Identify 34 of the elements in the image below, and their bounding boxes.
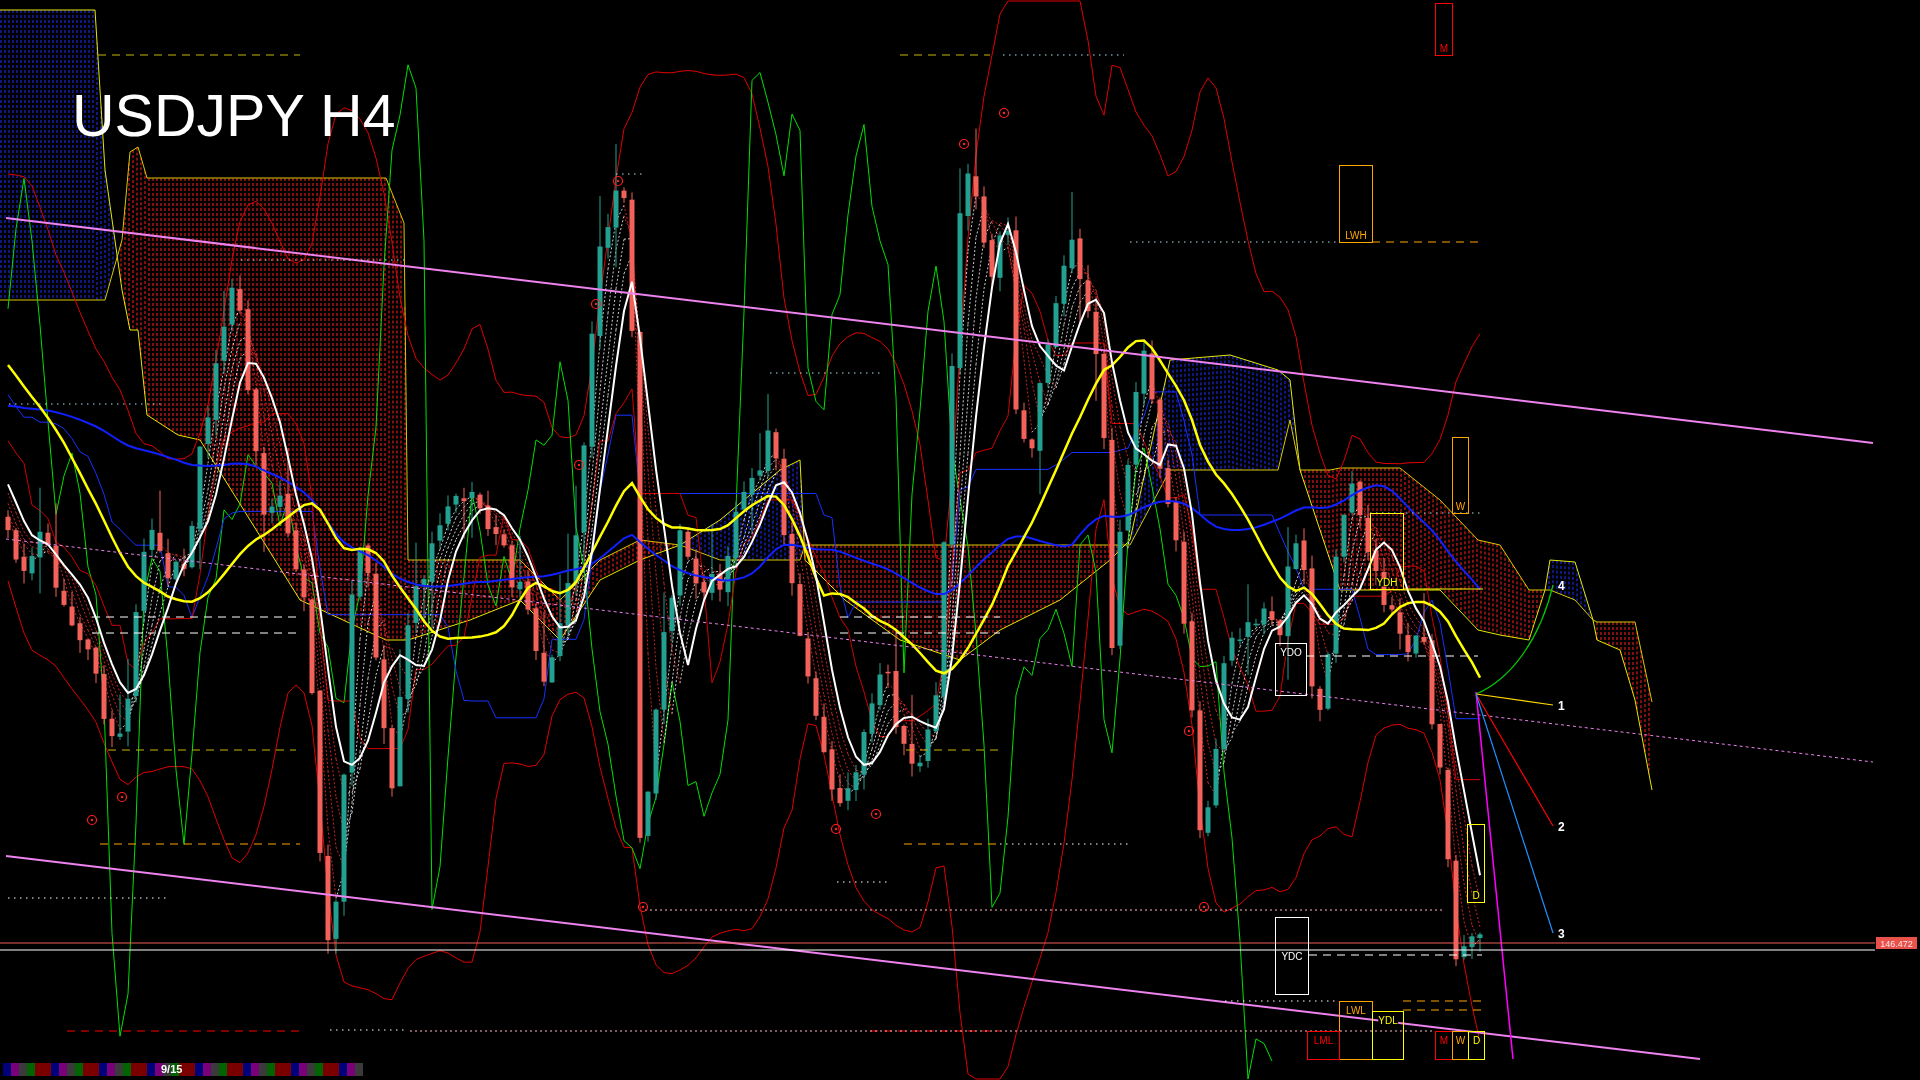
- ring-marker-icon: [830, 823, 842, 835]
- price-tag: 146.472: [1876, 937, 1917, 949]
- projection-label: 4: [1558, 579, 1565, 593]
- ring-marker-icon: [116, 791, 128, 803]
- projection-label: 1: [1558, 699, 1565, 713]
- ring-marker-icon: [612, 175, 624, 187]
- ring-marker-icon: [870, 808, 882, 820]
- ring-marker-icon: [573, 459, 585, 471]
- level-label: LWL: [1346, 1005, 1367, 1016]
- ring-marker-icon: [637, 901, 649, 913]
- level-label: YDL: [1378, 1015, 1399, 1026]
- level-label: M: [1439, 43, 1449, 54]
- projection-label: 2: [1558, 820, 1565, 834]
- ring-marker-icon: [1198, 901, 1210, 913]
- ring-marker-icon: [590, 298, 602, 310]
- level-line: [836, 881, 888, 883]
- level-label: D: [1472, 890, 1480, 901]
- ring-marker-icon: [998, 107, 1010, 119]
- level-label: D: [1472, 1035, 1481, 1046]
- projection-label: 3: [1558, 927, 1565, 941]
- level-label: YDH: [1376, 577, 1398, 588]
- level-label: LML: [1313, 1035, 1334, 1046]
- level-label: M: [1439, 1035, 1449, 1046]
- ring-marker-icon: [1183, 725, 1195, 737]
- page-indicator: 9/15: [161, 1063, 183, 1076]
- ring-marker-icon: [958, 138, 970, 150]
- ring-marker-icon: [86, 814, 98, 826]
- level-label: W: [1455, 1035, 1466, 1046]
- level-line: [615, 173, 644, 175]
- level-label: LWH: [1345, 230, 1367, 241]
- chart-title: USDJPY H4: [72, 87, 396, 146]
- level-label: W: [1455, 501, 1466, 512]
- level-label: YDO: [1280, 647, 1303, 658]
- level-label: YDC: [1281, 950, 1303, 962]
